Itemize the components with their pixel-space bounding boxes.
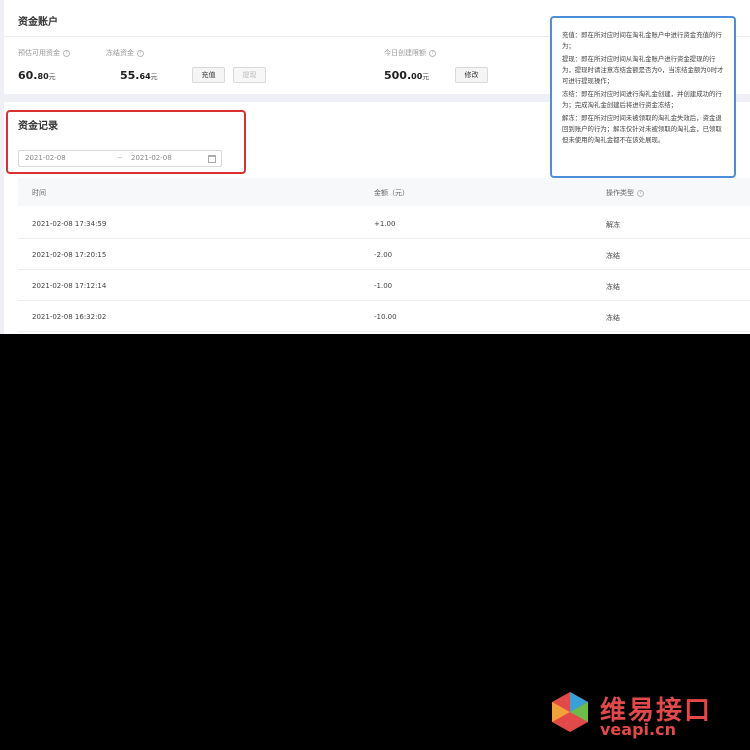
cell-time: 2021-02-08 17:20:15 bbox=[32, 251, 107, 259]
tooltip-line: 充值：即在所对应时间在淘礼金账户中进行资金充值的行为； bbox=[562, 31, 722, 50]
cell-time: 2021-02-08 17:12:14 bbox=[32, 282, 107, 290]
tooltip-line: 提现：即在所对应时间从淘礼金账户进行资金提现的行为，提现时请注意冻结金额是否为0… bbox=[562, 55, 724, 85]
available-label: 预估可用资金? bbox=[18, 48, 70, 58]
help-icon[interactable]: ? bbox=[137, 49, 144, 57]
col-time: 时间 bbox=[32, 189, 46, 197]
help-icon[interactable]: ? bbox=[63, 49, 70, 57]
limit-label: 今日创建限额? bbox=[384, 48, 436, 58]
veapi-logo-icon bbox=[552, 692, 588, 732]
cell-amount: -2.00 bbox=[374, 251, 393, 259]
cell-amount: -1.00 bbox=[374, 282, 393, 290]
date-range-picker[interactable]: 2021-02-08 ~ 2021-02-08 bbox=[18, 150, 222, 167]
cell-type: 冻结 bbox=[606, 283, 620, 291]
cell-time: 2021-02-08 17:34:59 bbox=[32, 220, 107, 228]
col-type: 操作类型? bbox=[606, 188, 644, 198]
limit-value: 500.00元 bbox=[384, 69, 430, 82]
table-row: 2021-02-08 17:34:59 +1.00 解冻 bbox=[18, 208, 750, 239]
calendar-icon[interactable] bbox=[208, 155, 216, 163]
table-row: 2021-02-08 16:32:02 -10.00 冻结 bbox=[18, 301, 750, 332]
recharge-button[interactable]: 充值 bbox=[192, 67, 225, 83]
date-end[interactable]: 2021-02-08 bbox=[131, 154, 172, 162]
date-start[interactable]: 2021-02-08 bbox=[25, 154, 66, 162]
date-separator: ~ bbox=[117, 154, 123, 162]
frozen-label: 冻结资金? bbox=[106, 48, 144, 58]
available-value: 60.80元 bbox=[18, 69, 56, 82]
col-amount: 金额（元） bbox=[374, 189, 409, 197]
table-header: 时间 金额（元） 操作类型? bbox=[18, 178, 750, 206]
tooltip-line: 冻结：即在所对应时间进行淘礼金创建，并创建成功的行为；完成淘礼金创建后将进行资金… bbox=[562, 90, 722, 109]
modify-limit-button[interactable]: 修改 bbox=[455, 67, 488, 83]
help-icon[interactable]: ? bbox=[429, 49, 436, 57]
account-title: 资金账户 bbox=[18, 17, 58, 28]
help-icon[interactable]: ? bbox=[637, 189, 644, 197]
table-row: 2021-02-08 17:12:14 -1.00 冻结 bbox=[18, 270, 750, 301]
withdraw-button[interactable]: 提现 bbox=[233, 67, 266, 83]
frozen-value: 55.64元 bbox=[120, 69, 158, 82]
operation-type-tooltip: 充值：即在所对应时间在淘礼金账户中进行资金充值的行为； 提现：即在所对应时间从淘… bbox=[550, 16, 736, 178]
cell-type: 冻结 bbox=[606, 252, 620, 260]
cell-amount: +1.00 bbox=[374, 220, 396, 228]
watermark-url: veapi.cn bbox=[600, 720, 676, 739]
cell-type: 解冻 bbox=[606, 221, 620, 229]
table-row: 2021-02-08 17:20:15 -2.00 冻结 bbox=[18, 239, 750, 270]
cell-type: 冻结 bbox=[606, 314, 620, 322]
screenshot-area: 资金账户 预估可用资金? 60.80元 冻结资金? 55.64元 充值 提现 今… bbox=[0, 0, 750, 334]
tooltip-line: 解冻：即在所对应时间未被领取的淘礼金失效后，资金退回到账户的行为；解冻仅针对未被… bbox=[562, 114, 722, 144]
cell-amount: -10.00 bbox=[374, 313, 397, 321]
cell-time: 2021-02-08 16:32:02 bbox=[32, 313, 107, 321]
